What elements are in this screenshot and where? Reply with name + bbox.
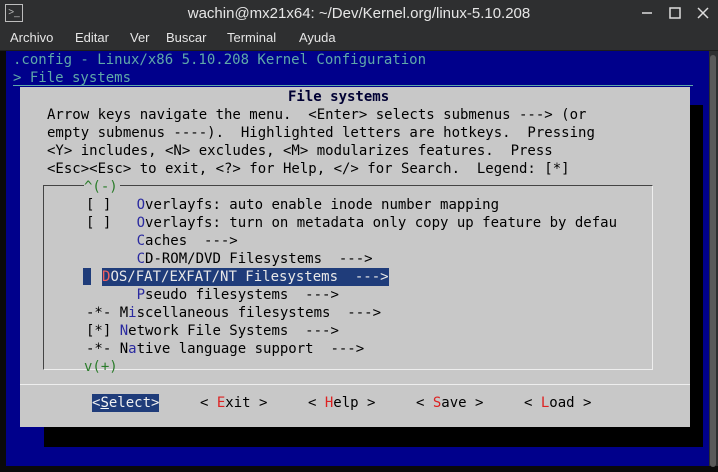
hotkey: O: [136, 215, 146, 231]
window-titlebar: >_ wachin@mx21x64: ~/Dev/Kernel.org/linu…: [0, 0, 718, 27]
menu-ver[interactable]: Ver: [130, 30, 150, 45]
hotkey: a: [128, 341, 137, 357]
menu-editar[interactable]: Editar: [75, 30, 109, 45]
button-divider: [20, 384, 690, 385]
maximize-icon[interactable]: [666, 4, 684, 22]
menu-buscar[interactable]: Buscar: [166, 30, 206, 45]
window-title: wachin@mx21x64: ~/Dev/Kernel.org/linux-5…: [187, 5, 531, 22]
hotkey: O: [136, 197, 146, 213]
menu-dialog: File systems Arrow keys navigate the men…: [20, 87, 690, 427]
terminal-scrollbar[interactable]: [709, 51, 718, 467]
config-header: .config - Linux/x86 5.10.208 Kernel Conf…: [13, 52, 427, 68]
list-item[interactable]: Pseudo filesystems --->: [86, 286, 339, 304]
select-button[interactable]: <Select>: [92, 394, 160, 412]
hotkey: C: [136, 233, 146, 249]
save-button[interactable]: < Save >: [416, 394, 483, 412]
terminal-area[interactable]: .config - Linux/x86 5.10.208 Kernel Conf…: [6, 51, 709, 466]
list-item[interactable]: CD-ROM/DVD Filesystems --->: [86, 250, 373, 268]
header-divider: [13, 85, 693, 86]
help-button[interactable]: < Help >: [308, 394, 375, 412]
hotkey: i: [128, 305, 137, 321]
menu-ayuda[interactable]: Ayuda: [299, 30, 336, 45]
scrollbar-thumb[interactable]: [710, 55, 716, 467]
menubar: Archivo Editar Ver Buscar Terminal Ayuda: [0, 27, 718, 51]
dialog-title: File systems: [288, 89, 390, 105]
list-item[interactable]: -*- Native language support --->: [86, 340, 364, 358]
minimize-icon[interactable]: [638, 4, 656, 22]
list-item[interactable]: [ ] Overlayfs: turn on metadata only cop…: [86, 214, 617, 232]
scroll-up-indicator[interactable]: ^(-): [84, 178, 120, 196]
scroll-down-indicator[interactable]: v(+): [84, 358, 118, 376]
menu-terminal[interactable]: Terminal: [227, 30, 276, 45]
selected-list-item[interactable]: DOS/FAT/EXFAT/NT Filesystems --->: [102, 268, 389, 286]
load-button[interactable]: < Load >: [524, 394, 591, 412]
hotkey: N: [119, 323, 129, 339]
selection-marker: [83, 268, 91, 285]
hotkey: C: [136, 251, 146, 267]
list-item[interactable]: [ ] Overlayfs: auto enable inode number …: [86, 196, 499, 214]
list-item[interactable]: Caches --->: [86, 232, 238, 250]
close-icon[interactable]: [694, 4, 712, 22]
hotkey: P: [136, 287, 146, 303]
list-item[interactable]: [*] Network File Systems --->: [86, 322, 339, 340]
exit-button[interactable]: < Exit >: [200, 394, 267, 412]
dialog-shadow-bottom: [44, 427, 703, 447]
list-item[interactable]: -*- Miscellaneous filesystems --->: [86, 304, 381, 322]
help-text: Arrow keys navigate the menu. <Enter> se…: [47, 107, 595, 177]
menu-archivo[interactable]: Archivo: [10, 30, 53, 45]
